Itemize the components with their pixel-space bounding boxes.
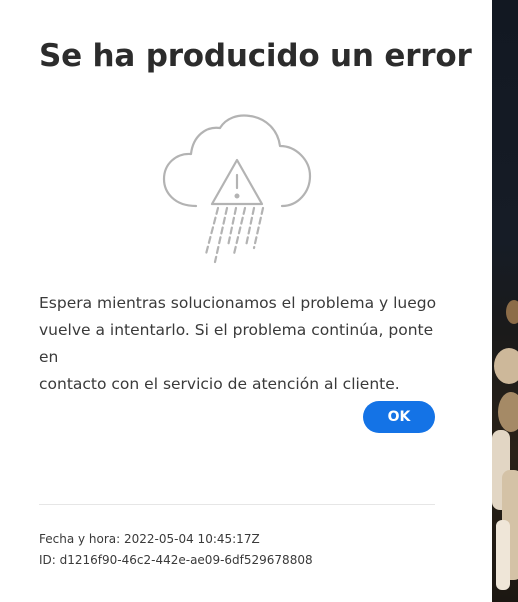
message-line: vuelve a intentarlo. Si el problema cont… [39,321,434,366]
dialog-title: Se ha producido un error [39,38,472,74]
message-line: Espera mientras solucionamos el problema… [39,294,437,312]
error-dialog: Se ha producido un error Espera mientras… [0,0,492,602]
error-timestamp: Fecha y hora: 2022-05-04 10:45:17Z [39,532,260,546]
error-id: ID: d1216f90-46c2-442e-ae09-6df529678808 [39,553,313,567]
message-line: contacto con el servicio de atención al … [39,375,400,393]
background-photo-detail [498,392,518,432]
background-photo-detail [506,300,518,324]
background-photo-detail [496,520,510,590]
divider [39,504,435,505]
cloud-warning-rain-icon [160,112,316,268]
error-message: Espera mientras solucionamos el problema… [39,290,439,398]
background-photo [492,0,518,602]
ok-button[interactable]: OK [363,401,435,433]
background-photo-detail [494,348,518,384]
